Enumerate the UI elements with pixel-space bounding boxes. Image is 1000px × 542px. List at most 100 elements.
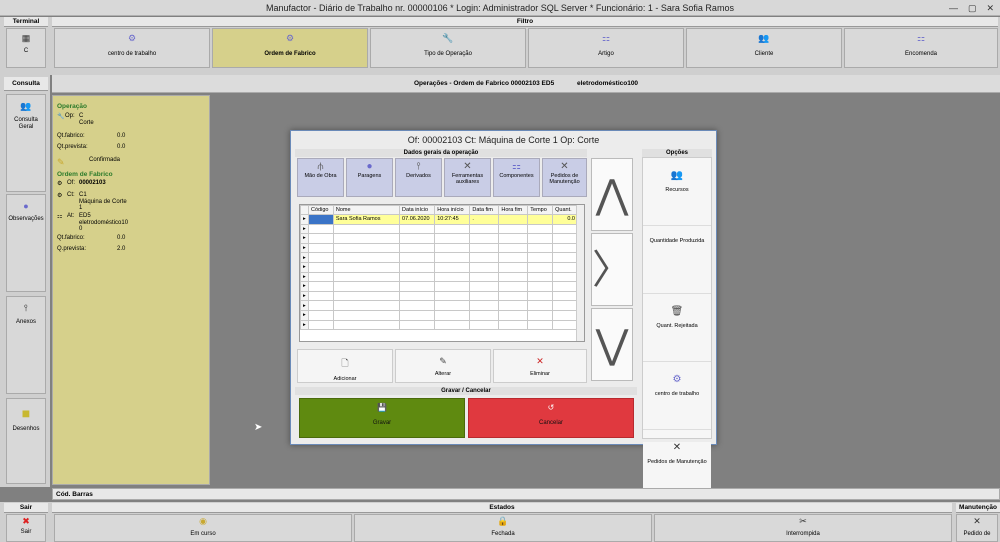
interrupt-icon: ✂ — [799, 516, 807, 526]
filter-tipo-operacao-button[interactable]: 🔧 Tipo de Operação — [370, 28, 526, 68]
close-icon: ✖ — [22, 516, 30, 526]
table-row-empty[interactable]: ▸ — [300, 223, 578, 235]
alterar-button[interactable]: ✎ Alterar — [395, 349, 491, 383]
cod-barras-field[interactable]: Cód. Barras — [52, 488, 1000, 500]
anexos-button[interactable]: ⫯ Anexos — [6, 296, 46, 394]
article-icon: ⚏ — [57, 214, 63, 220]
table-row[interactable]: ▸ Sara Sofia Ramos 07.06.2020 10:27:45 .… — [300, 214, 578, 225]
estado-fechada-button[interactable]: 🔒 Fechada — [354, 514, 652, 542]
window-title: Manufactor - Diário de Trabalho nr. 0000… — [0, 0, 1000, 16]
wrench-cross-icon: ✕ — [560, 161, 569, 172]
consulta-geral-button[interactable]: 👥 Consulta Geral — [6, 94, 46, 192]
components-icon: ⚏ — [601, 33, 611, 43]
estado-em-curso-button[interactable]: ◉ Em curso — [54, 514, 352, 542]
table-row-empty[interactable]: ▸ — [300, 233, 578, 244]
chevron-down-icon: ⋁ — [595, 323, 629, 367]
status-text: Confirmada — [89, 157, 121, 163]
qt-fabrico-value: 0.0 — [117, 133, 126, 139]
observacoes-button[interactable]: ● Observações — [6, 194, 46, 292]
desenhos-button[interactable]: ■ Desenhos — [6, 398, 46, 484]
gears-icon: ⚙ — [57, 193, 63, 199]
table-row-empty[interactable]: ▸ — [300, 309, 578, 321]
mouse-cursor-icon: ➤ — [254, 422, 263, 433]
clock-icon: ◉ — [199, 516, 207, 526]
undo-icon: ↺ — [547, 403, 555, 412]
operations-article: eletrodoméstico100 — [577, 80, 639, 87]
at-number: 0 — [79, 226, 83, 232]
gears-icon: ⚙ — [672, 374, 682, 385]
grid-icon: ▦ — [21, 33, 31, 43]
people-icon: 👥 — [20, 101, 32, 111]
manutencao-header: Manutenção — [956, 503, 1000, 513]
filter-cliente-button[interactable]: 👥 Cliente — [686, 28, 842, 68]
close-window-button[interactable]: ✕ — [986, 2, 994, 14]
order-icon: ⚏ — [916, 33, 926, 43]
derivados-button[interactable]: ⫯ Derivados — [395, 158, 442, 197]
wrench-cross-icon: ✕ — [973, 516, 981, 526]
pedido-manutencao-button[interactable]: ✕ Pedido de — [956, 514, 998, 542]
gravar-button[interactable]: 💾 Gravar — [299, 398, 465, 438]
sair-header: Sair — [4, 503, 48, 513]
save-cancel-header: Gravar / Cancelar — [295, 387, 637, 395]
wrench-icon: 🔧 — [442, 33, 454, 43]
paragens-button[interactable]: ● Paragens — [346, 158, 393, 197]
filter-centro-trabalho-button[interactable]: ⚙ centro de trabalho — [54, 28, 210, 68]
of-section-title: Ordem de Fabrico — [57, 171, 113, 178]
operations-header: Operações - Ordem de Fabrico 00002103 ED… — [52, 75, 1000, 93]
filter-encomenda-button[interactable]: ⚏ Encomenda — [844, 28, 998, 68]
filter-artigo-button[interactable]: ⚏ Artigo — [528, 28, 684, 68]
maximize-button[interactable]: ▢ — [968, 2, 977, 14]
arrow-down-button[interactable]: ⋁ — [591, 308, 633, 381]
table-row-empty[interactable]: ▸ — [300, 281, 578, 292]
filter-ordem-fabrico-button[interactable]: ⚙ Ordem de Fabrico — [212, 28, 368, 68]
table-row-empty[interactable]: ▸ — [300, 261, 578, 273]
table-row-empty[interactable]: ▸ — [300, 271, 578, 283]
terminal-button[interactable]: ▦ C — [6, 28, 46, 68]
adicionar-button[interactable]: 🗋 Adicionar — [297, 349, 393, 383]
option-quant-rejeitada-button[interactable]: 🗑 Quant. Rejeitada — [643, 306, 711, 362]
wrench-icon: 🔧 — [57, 114, 65, 120]
table-row-empty[interactable]: ▸ — [300, 252, 578, 263]
users-icon: 👥 — [758, 33, 770, 43]
operation-code: C — [79, 113, 84, 119]
operations-title: Operações - Ordem de Fabrico 00002103 ED… — [414, 80, 555, 87]
components-icon: ⚏ — [512, 161, 521, 172]
option-quantidade-produzida-button[interactable]: Quantidade Produzida — [643, 238, 711, 294]
minimize-button[interactable]: — — [949, 2, 958, 14]
tools-icon: ⫛ — [317, 161, 324, 172]
table-row-empty[interactable]: ▸ — [300, 242, 578, 254]
componentes-button[interactable]: ⚏ Componentes — [493, 158, 540, 197]
arrow-right-button[interactable]: 〉 — [591, 233, 633, 306]
gears-icon: ⚙ — [285, 33, 295, 43]
window-controls: — ▢ ✕ — [949, 2, 994, 14]
estado-interrompida-button[interactable]: ✂ Interrompida — [654, 514, 952, 542]
operation-section-title: Operação — [57, 103, 87, 110]
eliminar-button[interactable]: ✕ Eliminar — [493, 349, 587, 383]
mao-de-obra-button[interactable]: ⫛ Mão de Obra — [297, 158, 344, 197]
pedidos-manutencao-button[interactable]: ✕ Pedidos de Manutenção — [542, 158, 587, 197]
arrow-up-button[interactable]: ⋀ — [591, 158, 633, 231]
general-data-header: Dados gerais da operação — [295, 149, 587, 157]
table-row-empty[interactable]: ▸ — [300, 319, 578, 331]
table-row-empty[interactable]: ▸ — [300, 290, 578, 302]
ferramentas-button[interactable]: ✕ Ferramentas auxiliares — [444, 158, 491, 197]
sair-button[interactable]: ✖ Sair — [6, 514, 46, 542]
qt-fabrico2-value: 0.0 — [117, 235, 126, 241]
new-document-icon: 🗋 — [341, 358, 349, 368]
wrench-cross-icon: ✕ — [672, 442, 682, 453]
delete-icon: ✕ — [536, 356, 544, 366]
chevron-right-icon: 〉 — [592, 248, 632, 292]
save-icon: 💾 — [377, 403, 387, 412]
table-scrollbar[interactable] — [576, 205, 584, 341]
option-centro-trabalho-button[interactable]: ⚙ centro de trabalho — [643, 374, 711, 430]
table-row-empty[interactable]: ▸ — [300, 300, 578, 311]
estados-header: Estados — [52, 503, 952, 513]
cancelar-button[interactable]: ↺ Cancelar — [468, 398, 634, 438]
ct-number: 1 — [79, 205, 83, 211]
qt-prevista2-value: 2.0 — [117, 246, 126, 252]
of-value: 00002103 — [79, 180, 106, 186]
option-recursos-button[interactable]: 👥 Recursos — [643, 170, 711, 226]
paperclip-icon: ⫯ — [24, 303, 28, 313]
chevron-up-icon: ⋀ — [595, 173, 629, 217]
resources-table[interactable]: Código Nome Data início Hora início Data… — [299, 204, 585, 342]
